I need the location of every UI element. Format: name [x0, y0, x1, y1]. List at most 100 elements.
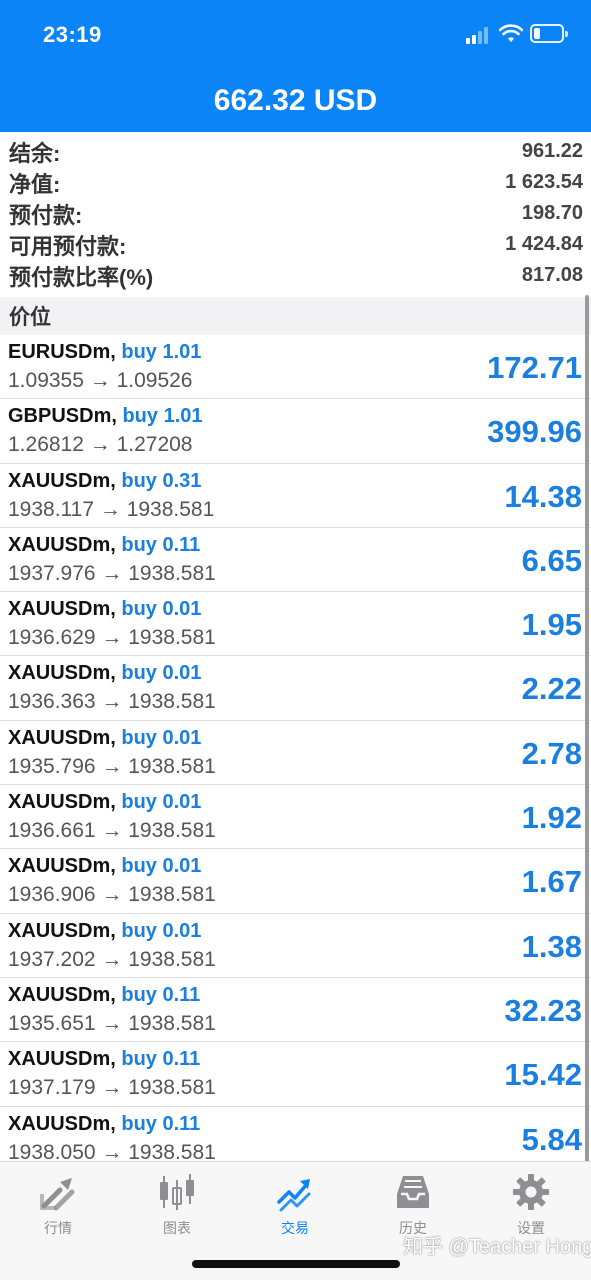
position-row[interactable]: XAUUSDm, buy 0.11 1935.651 → 1938.581 32…: [0, 978, 591, 1043]
balance-profit-title: 662.32 USD: [213, 84, 378, 117]
app-header: 23:19 662.32 USD: [0, 0, 591, 132]
position-symbol: GBPUSDm,: [8, 405, 117, 428]
position-profit: 1.38: [521, 928, 582, 964]
account-value: 1 623.54: [505, 171, 583, 193]
position-side: buy 0.11: [121, 983, 201, 1006]
tab-charts[interactable]: 图表: [137, 1172, 217, 1238]
position-symbol: XAUUSDm,: [8, 598, 116, 621]
position-symbol: XAUUSDm,: [8, 1048, 116, 1071]
gear-icon: [513, 1174, 549, 1210]
position-row[interactable]: XAUUSDm, buy 0.01 1935.796 → 1938.581 2.…: [0, 721, 591, 786]
history-inbox-icon: [397, 1176, 429, 1208]
position-side: buy 0.11: [121, 1112, 201, 1135]
tab-quotes[interactable]: 行情: [18, 1172, 98, 1238]
tab-label: 交易: [281, 1220, 309, 1236]
position-profit: 15.42: [504, 1057, 582, 1093]
position-symbol: EURUSDm,: [8, 341, 116, 363]
position-profit: 6.65: [521, 542, 582, 578]
position-symbol: XAUUSDm,: [8, 855, 116, 878]
position-side: buy 1.01: [122, 405, 203, 428]
position-profit: 32.23: [504, 992, 582, 1028]
position-prices: 1937.179 → 1938.581: [8, 1076, 216, 1100]
tab-trade[interactable]: 交易: [255, 1172, 335, 1238]
position-profit: 1.95: [521, 607, 582, 643]
position-prices: 1938.117 → 1938.581: [8, 497, 215, 521]
position-prices: 1937.202 → 1938.581: [8, 947, 216, 971]
position-prices: 1938.050 → 1938.581: [8, 1140, 216, 1161]
watermark: 知乎 @Teacher Hong: [403, 1236, 591, 1258]
position-symbol: XAUUSDm,: [8, 983, 116, 1006]
position-prices: 1937.976 → 1938.581: [8, 561, 216, 585]
home-indicator: [192, 1260, 400, 1268]
position-prices: 1.09355 → 1.09526: [8, 369, 193, 392]
account-value: 1 424.84: [505, 233, 583, 255]
account-value: 198.70: [521, 202, 583, 224]
position-row[interactable]: GBPUSDm, buy 1.01 1.26812 → 1.27208 399.…: [0, 399, 591, 464]
position-profit: 2.22: [521, 671, 582, 707]
position-symbol: XAUUSDm,: [8, 1112, 116, 1135]
position-side: buy 0.11: [121, 533, 201, 556]
position-symbol: XAUUSDm,: [8, 919, 116, 942]
quotes-arrows-icon: [40, 1178, 75, 1211]
account-label: 可用预付款:: [9, 233, 127, 259]
battery-icon: [530, 24, 568, 43]
position-side: buy 0.01: [121, 598, 202, 621]
position-row[interactable]: XAUUSDm, buy 0.01 1936.363 → 1938.581 2.…: [0, 656, 591, 721]
position-prices: 1936.906 → 1938.581: [8, 883, 216, 907]
position-prices: 1.26812 → 1.27208: [8, 433, 193, 457]
position-symbol: XAUUSDm,: [8, 469, 116, 492]
account-label: 预付款:: [9, 202, 83, 228]
position-row[interactable]: EURUSDm, buy 1.01 1.09355 → 1.09526 172.…: [0, 335, 591, 400]
position-side: buy 0.01: [121, 855, 202, 878]
position-side: buy 0.01: [121, 791, 202, 814]
account-label: 预付款比率(%): [9, 264, 154, 290]
position-prices: 1936.661 → 1938.581: [8, 819, 216, 843]
position-side: buy 0.01: [121, 919, 202, 942]
wifi-icon: [499, 24, 523, 42]
position-row[interactable]: XAUUSDm, buy 0.01 1937.202 → 1938.581 1.…: [0, 914, 591, 978]
position-side: buy 0.11: [121, 1048, 201, 1071]
tab-history[interactable]: 历史: [373, 1172, 453, 1238]
positions-section-header: 价位: [0, 297, 591, 335]
position-symbol: XAUUSDm,: [8, 533, 116, 556]
account-row-margin-level: 预付款比率(%) 817.08: [0, 260, 591, 291]
position-symbol: XAUUSDm,: [8, 726, 116, 749]
position-row[interactable]: XAUUSDm, buy 0.11 1937.179 → 1938.581 15…: [0, 1042, 591, 1107]
positions-list[interactable]: EURUSDm, buy 1.01 1.09355 → 1.09526 172.…: [0, 335, 591, 1161]
position-profit: 14.38: [504, 478, 582, 514]
account-row-balance: 结余: 961.22: [0, 136, 591, 167]
position-profit: 399.96: [487, 414, 582, 450]
account-row-equity: 净值: 1 623.54: [0, 167, 591, 198]
position-row[interactable]: XAUUSDm, buy 0.01 1936.661 → 1938.581 1.…: [0, 785, 591, 850]
position-row[interactable]: XAUUSDm, buy 0.01 1936.629 → 1938.581 1.…: [0, 592, 591, 657]
account-row-free-margin: 可用预付款: 1 424.84: [0, 229, 591, 260]
position-prices: 1936.629 → 1938.581: [8, 626, 216, 650]
position-row[interactable]: XAUUSDm, buy 0.31 1938.117 → 1938.581 14…: [0, 464, 591, 528]
position-row[interactable]: XAUUSDm, buy 0.01 1936.906 → 1938.581 1.…: [0, 849, 591, 914]
account-row-margin: 预付款: 198.70: [0, 198, 591, 229]
status-time: 23:19: [43, 22, 102, 47]
scrollbar[interactable]: [585, 295, 589, 1163]
position-symbol: XAUUSDm,: [8, 662, 116, 685]
position-profit: 2.78: [521, 735, 582, 771]
position-prices: 1935.651 → 1938.581: [8, 1011, 216, 1035]
position-row[interactable]: XAUUSDm, buy 0.11 1937.976 → 1938.581 6.…: [0, 528, 591, 593]
account-label: 结余:: [9, 140, 61, 166]
account-label: 净值:: [9, 171, 61, 197]
position-profit: 1.67: [521, 864, 582, 900]
account-summary: 结余: 961.22 净值: 1 623.54 预付款: 198.70 可用预付…: [0, 136, 591, 291]
position-prices: 1936.363 → 1938.581: [8, 690, 216, 714]
position-profit: 5.84: [521, 1121, 582, 1157]
tab-label: 图表: [163, 1220, 191, 1236]
tab-label: 行情: [44, 1220, 72, 1236]
candlestick-chart-icon: [160, 1174, 194, 1210]
position-symbol: XAUUSDm,: [8, 791, 116, 814]
position-row[interactable]: XAUUSDm, buy 0.11 1938.050 → 1938.581 5.…: [0, 1107, 591, 1161]
position-side: buy 1.01: [121, 341, 202, 363]
tab-settings[interactable]: 设置: [491, 1172, 571, 1238]
position-side: buy 0.01: [121, 662, 202, 685]
position-profit: 172.71: [487, 350, 582, 385]
position-side: buy 0.31: [121, 469, 202, 492]
position-profit: 1.92: [521, 800, 582, 836]
position-prices: 1935.796 → 1938.581: [8, 754, 216, 778]
